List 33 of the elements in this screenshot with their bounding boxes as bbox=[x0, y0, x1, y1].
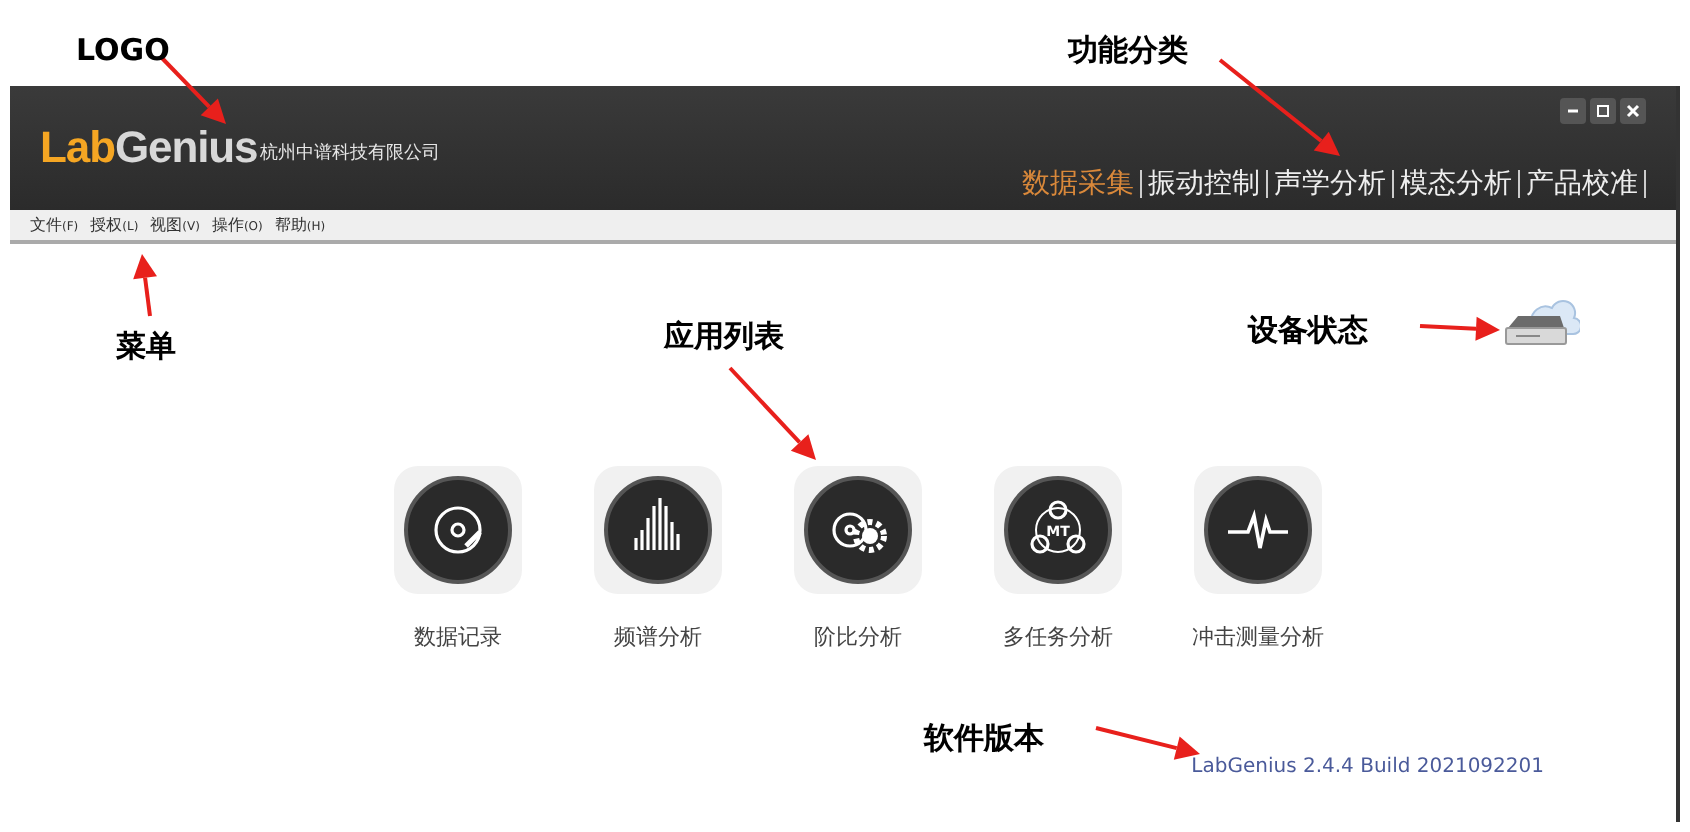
version-text: LabGenius 2.4.4 Build 2021092201 bbox=[1191, 754, 1544, 782]
nav-tab[interactable]: 振动控制 bbox=[1142, 170, 1266, 198]
close-button[interactable] bbox=[1620, 98, 1646, 124]
app-launcher[interactable]: 频谱分析 bbox=[594, 466, 722, 655]
nav-tab[interactable]: 模态分析 bbox=[1394, 170, 1518, 198]
annotation-label: 设备状态 bbox=[1248, 310, 1368, 352]
company-name: 杭州中谱科技有限公司 bbox=[259, 141, 440, 167]
arrow bbox=[133, 254, 157, 317]
nav-tab[interactable]: 声学分析 bbox=[1268, 170, 1392, 198]
annotation-label: LOGO bbox=[76, 30, 170, 72]
arrow bbox=[1095, 726, 1200, 760]
annotation-label: 软件版本 bbox=[924, 718, 1044, 760]
app-icon bbox=[594, 466, 722, 594]
arrow bbox=[1218, 58, 1340, 156]
app-icon bbox=[1194, 466, 1322, 594]
square-icon bbox=[1596, 104, 1610, 118]
nav-tab[interactable]: 数据采集 bbox=[1016, 170, 1140, 198]
app-launcher[interactable]: 阶比分析 bbox=[794, 466, 922, 655]
minus-icon bbox=[1566, 104, 1580, 118]
annotation-label: 菜单 bbox=[116, 326, 176, 368]
annotation-label: 功能分类 bbox=[1068, 30, 1188, 72]
app-launcher[interactable]: 冲击测量分析 bbox=[1194, 466, 1322, 655]
nav-tab[interactable]: 产品校准 bbox=[1520, 170, 1644, 198]
minimize-button[interactable] bbox=[1560, 98, 1586, 124]
app-launcher[interactable]: 数据记录 bbox=[394, 466, 522, 655]
logo-text: LabGenius bbox=[40, 126, 258, 170]
arrow bbox=[1419, 316, 1500, 341]
annotation-label: 应用列表 bbox=[664, 316, 784, 358]
app-icon bbox=[794, 466, 922, 594]
app-icon bbox=[394, 466, 522, 594]
maximize-button[interactable] bbox=[1590, 98, 1616, 124]
arrow bbox=[728, 366, 816, 460]
close-icon bbox=[1626, 104, 1640, 118]
